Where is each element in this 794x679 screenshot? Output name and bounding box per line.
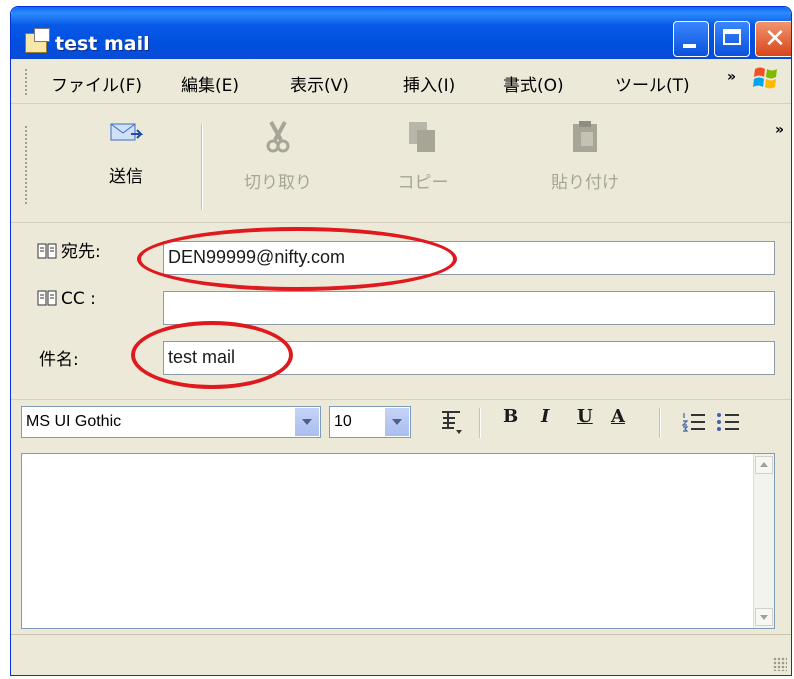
cc-field[interactable] — [163, 291, 775, 325]
mail-icon — [25, 28, 50, 53]
send-label: 送信 — [109, 167, 143, 187]
cc-label-row[interactable]: CC : — [37, 289, 96, 309]
menu-view[interactable]: 表示(V) — [290, 71, 349, 96]
formatting-toolbar: MS UI Gothic 10 B I U A — [11, 399, 791, 448]
menu-bar: ファイル(F) 編集(E) 表示(V) 挿入(I) 書式(O) ツール(T) » — [11, 59, 791, 104]
copy-icon — [409, 122, 435, 152]
subject-field[interactable]: test mail — [163, 341, 775, 375]
paste-button[interactable]: 貼り付け — [535, 120, 635, 193]
address-book-icon — [37, 290, 57, 306]
bold-button[interactable]: B — [503, 406, 518, 427]
close-icon: ✕ — [764, 24, 786, 54]
font-color-button[interactable]: A — [611, 406, 625, 427]
scroll-down-arrow-icon[interactable] — [755, 608, 773, 626]
close-button[interactable]: ✕ — [755, 21, 791, 57]
menu-file[interactable]: ファイル(F) — [51, 71, 142, 96]
font-size-select[interactable]: 10 — [329, 406, 411, 438]
toolbar-separator — [201, 124, 203, 210]
compose-window: test mail ✕ ファイル(F) 編集(E) 表示(V) 挿入(I) 書式… — [10, 6, 792, 676]
copy-label: コピー — [397, 173, 449, 193]
windows-logo-icon — [753, 67, 777, 89]
paste-label: 貼り付け — [551, 173, 619, 193]
to-field[interactable]: DEN99999@nifty.com — [163, 241, 775, 275]
subject-label: 件名: — [39, 350, 79, 370]
cc-label: CC : — [61, 289, 96, 309]
menu-insert[interactable]: 挿入(I) — [403, 71, 455, 96]
paste-icon — [573, 121, 597, 152]
menu-tools[interactable]: ツール(T) — [615, 71, 690, 96]
title-bar[interactable]: test mail ✕ — [11, 7, 791, 59]
paragraph-style-icon[interactable] — [439, 408, 465, 436]
send-button[interactable]: 送信 — [81, 120, 171, 187]
scissors-icon — [266, 121, 290, 153]
chevron-down-icon[interactable] — [294, 408, 319, 436]
vertical-scrollbar[interactable] — [753, 454, 774, 628]
cut-button[interactable]: 切り取り — [233, 120, 323, 193]
toolbar-separator — [659, 408, 661, 438]
address-book-icon — [37, 243, 57, 259]
bullet-list-icon[interactable] — [715, 410, 741, 436]
toolbar-overflow-chevron-icon[interactable]: » — [775, 122, 784, 138]
menubar-grip[interactable] — [25, 69, 30, 95]
window-title: test mail — [55, 33, 150, 55]
to-label-row[interactable]: 宛先: — [37, 237, 101, 262]
chevron-down-icon[interactable] — [384, 408, 409, 436]
numbered-list-icon[interactable] — [681, 410, 707, 436]
italic-button[interactable]: I — [541, 406, 549, 427]
copy-button[interactable]: コピー — [383, 120, 463, 193]
scroll-up-arrow-icon[interactable] — [755, 456, 773, 474]
message-body[interactable] — [21, 453, 775, 629]
status-bar — [11, 634, 791, 675]
to-label: 宛先: — [61, 242, 101, 262]
font-name-value: MS UI Gothic — [26, 413, 122, 430]
font-size-value: 10 — [334, 413, 352, 430]
maximize-button[interactable] — [714, 21, 750, 57]
send-icon — [110, 123, 144, 141]
resize-grip-icon[interactable] — [773, 657, 787, 671]
standard-toolbar: 送信 切り取り コピー 貼り付け » — [11, 104, 791, 223]
cut-label: 切り取り — [244, 173, 312, 193]
toolbar-separator — [479, 408, 481, 438]
minimize-button[interactable] — [673, 21, 709, 57]
menu-edit[interactable]: 編集(E) — [181, 71, 239, 96]
toolbar-grip[interactable] — [25, 126, 30, 204]
font-name-select[interactable]: MS UI Gothic — [21, 406, 321, 438]
underline-button[interactable]: U — [577, 406, 593, 427]
menu-overflow-chevron-icon[interactable]: » — [727, 69, 736, 85]
menu-format[interactable]: 書式(O) — [503, 71, 564, 96]
message-header: 宛先: DEN99999@nifty.com CC : 件名: test mai… — [11, 223, 791, 393]
